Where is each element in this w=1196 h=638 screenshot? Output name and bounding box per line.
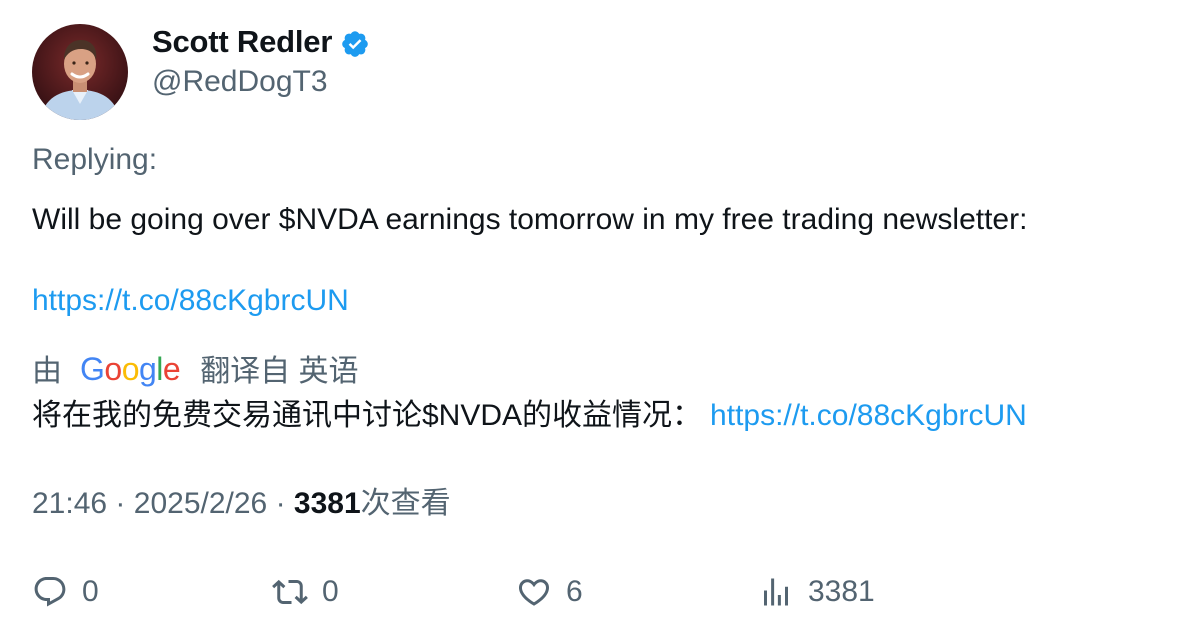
- tweet-date[interactable]: 2025/2/26: [134, 487, 267, 520]
- reply-button[interactable]: 0: [32, 570, 99, 614]
- views-button[interactable]: 3381: [758, 570, 875, 614]
- replying-label: Replying:: [32, 143, 158, 176]
- translated-text: 将在我的免费交易通讯中讨论$NVDA的收益情况：: [32, 399, 703, 432]
- translated-by-label: 由: [32, 355, 62, 388]
- tweet-text: Will be going over $NVDA earnings tomorr…: [32, 203, 1028, 236]
- reply-icon: [32, 574, 68, 610]
- translated-from-label[interactable]: 翻译自 英语: [200, 346, 358, 390]
- views-action-count: 3381: [808, 575, 875, 608]
- tweet-link[interactable]: https://t.co/88cKgbrcUN: [32, 281, 349, 321]
- avatar[interactable]: [32, 24, 128, 120]
- meta-separator: ·: [115, 487, 126, 520]
- author-handle[interactable]: @RedDogT3: [152, 62, 328, 102]
- retweet-button[interactable]: 0: [272, 570, 339, 614]
- tweet-time[interactable]: 21:46: [32, 487, 107, 520]
- google-logo: Google: [80, 350, 181, 387]
- like-button[interactable]: 6: [516, 570, 583, 614]
- tweet-metadata: 21:46 · 2025/2/26 · 3381次查看: [32, 484, 451, 524]
- views-label: 次查看: [360, 487, 451, 520]
- avatar-photo: [32, 24, 128, 120]
- author-name-row: Scott Redler: [152, 22, 370, 62]
- translated-link[interactable]: https://t.co/88cKgbrcUN: [710, 399, 1027, 432]
- meta-separator: ·: [275, 487, 286, 520]
- author-display-name[interactable]: Scott Redler: [152, 24, 332, 60]
- reply-count: 0: [82, 575, 99, 608]
- action-bar: 0 0 6 3381: [32, 570, 1172, 614]
- like-count: 6: [566, 575, 583, 608]
- verified-badge-icon: [340, 29, 370, 59]
- retweet-icon: [272, 574, 308, 610]
- translation-attribution: 由 Google 翻译自 英语: [32, 346, 359, 390]
- heart-icon: [516, 574, 552, 610]
- translated-text-block: 将在我的免费交易通讯中讨论$NVDA的收益情况： https://t.co/88c…: [32, 394, 1027, 438]
- analytics-icon: [758, 574, 794, 610]
- retweet-count: 0: [322, 575, 339, 608]
- views-count: 3381: [293, 487, 361, 520]
